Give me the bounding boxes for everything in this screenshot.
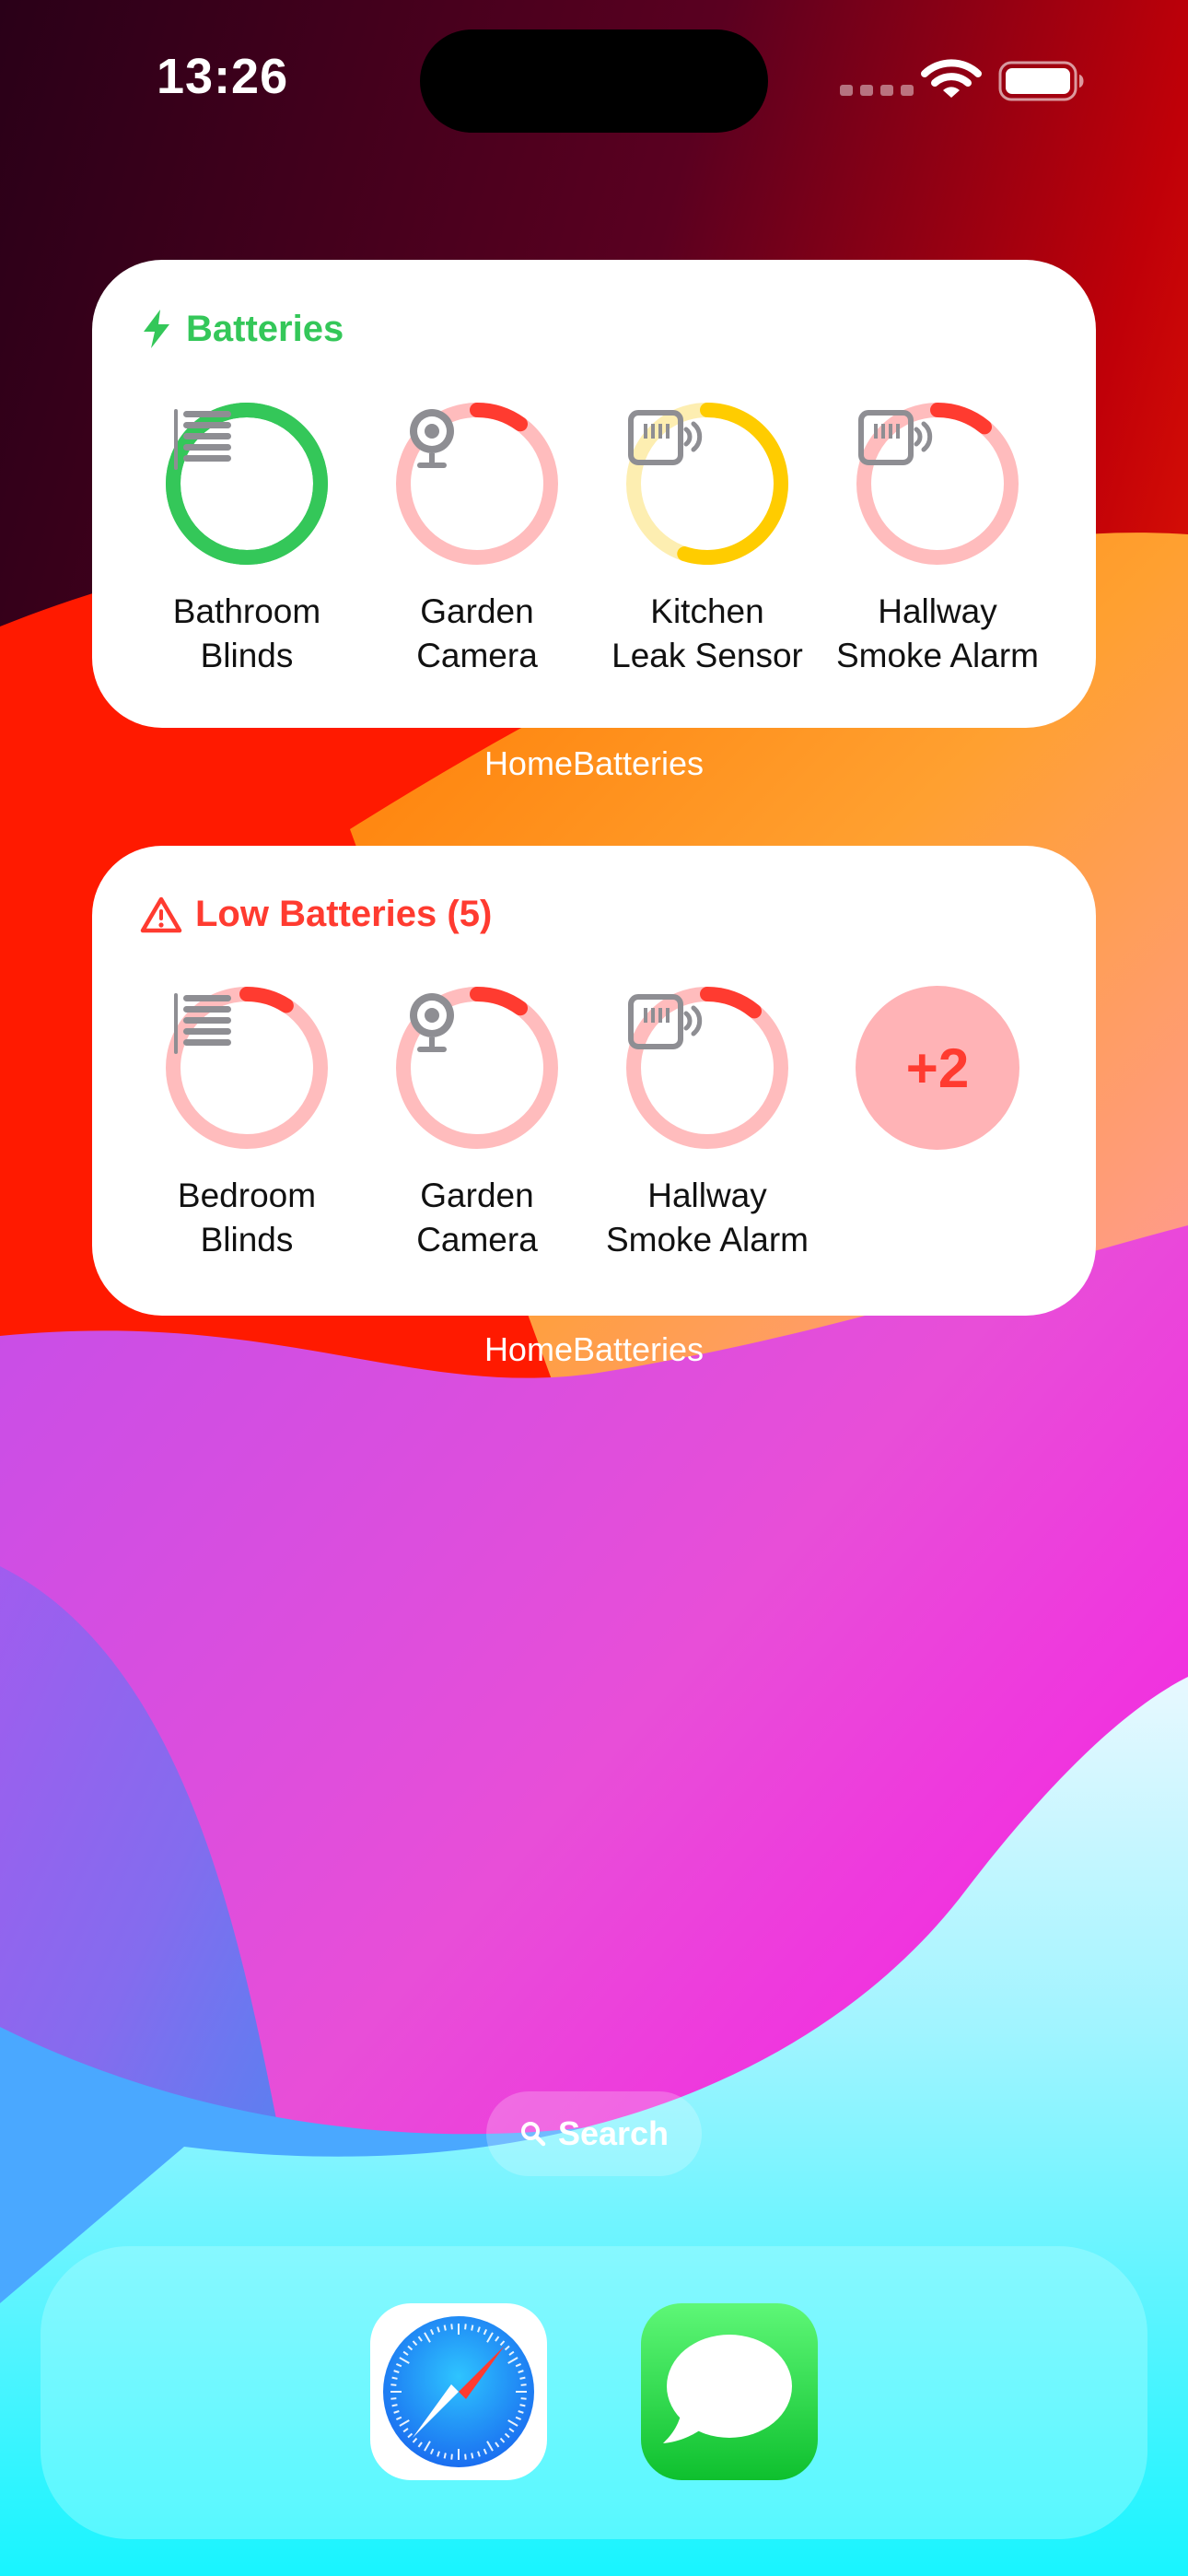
- battery-ring: [395, 402, 559, 566]
- sensor-icon: [856, 402, 1019, 566]
- dynamic-island: [420, 29, 768, 133]
- battery-ring: [625, 402, 789, 566]
- wifi-icon: [921, 57, 982, 106]
- widget-caption: HomeBatteries: [483, 1330, 705, 1368]
- device-label-line1: Bathroom: [172, 592, 321, 630]
- device-item[interactable]: Bathroom Blinds: [136, 402, 357, 678]
- blinds-icon: [165, 402, 329, 566]
- sensor-icon: [625, 402, 789, 566]
- device-label: Hallway Smoke Alarm: [597, 1174, 818, 1262]
- search-button[interactable]: Search: [486, 2091, 702, 2176]
- widget-title: Batteries: [186, 308, 344, 349]
- bolt-icon: [144, 310, 169, 348]
- device-label: Garden Camera: [367, 590, 588, 678]
- battery-ring: [165, 986, 329, 1150]
- battery-ring: [625, 986, 789, 1150]
- dock: [41, 2246, 1147, 2539]
- widget-caption: HomeBatteries: [483, 744, 705, 782]
- device-item[interactable]: Kitchen Leak Sensor: [597, 402, 818, 678]
- device-label: Kitchen Leak Sensor: [597, 590, 818, 678]
- device-label: Garden Camera: [367, 1174, 588, 1262]
- device-label-line1: Hallway: [647, 1177, 767, 1214]
- cell-signal-icon: [840, 85, 914, 96]
- device-item[interactable]: Garden Camera: [367, 402, 588, 678]
- device-label-line2: Smoke Alarm: [605, 1221, 809, 1259]
- messages-app-icon[interactable]: [641, 2303, 818, 2480]
- device-label-line2: Camera: [416, 637, 538, 674]
- low-batteries-widget[interactable]: Low Batteries (5) Bedroom Blinds Garden …: [92, 846, 1096, 1316]
- search-label: Search: [557, 2114, 670, 2152]
- device-item[interactable]: Hallway Smoke Alarm: [827, 402, 1048, 678]
- more-devices[interactable]: +2: [827, 986, 1048, 1150]
- device-item[interactable]: Garden Camera: [367, 986, 588, 1262]
- camera-icon: [395, 402, 559, 566]
- device-label: Bathroom Blinds: [136, 590, 357, 678]
- device-label: Hallway Smoke Alarm: [827, 590, 1048, 678]
- blinds-icon: [165, 986, 329, 1150]
- safari-app-icon[interactable]: [370, 2303, 547, 2480]
- warning-icon: [140, 896, 182, 932]
- status-time: 13:26: [157, 49, 289, 104]
- battery-ring: [165, 402, 329, 566]
- sensor-icon: [625, 986, 789, 1150]
- device-label-line1: Hallway: [878, 592, 997, 630]
- device-label-line1: Garden: [420, 1177, 534, 1214]
- device-item[interactable]: Bedroom Blinds: [136, 986, 357, 1262]
- device-item[interactable]: Hallway Smoke Alarm: [597, 986, 818, 1262]
- camera-icon: [395, 986, 559, 1150]
- battery-icon: [998, 61, 1087, 106]
- messages-icon: [663, 2335, 792, 2443]
- device-label-line2: Camera: [416, 1221, 538, 1259]
- device-label-line2: Leak Sensor: [611, 637, 803, 674]
- device-label-line2: Blinds: [200, 637, 294, 674]
- safari-icon: [383, 2316, 534, 2467]
- search-icon: [520, 2122, 546, 2147]
- device-label-line1: Kitchen: [650, 592, 764, 630]
- more-count: +2: [856, 986, 1019, 1150]
- widget-header: Low Batteries (5): [140, 894, 492, 935]
- battery-ring: [856, 402, 1019, 566]
- batteries-widget[interactable]: Batteries Bathroom Blinds Garden Camera: [92, 260, 1096, 728]
- device-label-line1: Garden: [420, 592, 534, 630]
- device-label-line2: Blinds: [200, 1221, 294, 1259]
- widget-title: Low Batteries (5): [195, 894, 493, 934]
- device-label-line1: Bedroom: [177, 1177, 317, 1214]
- widget-header: Batteries: [140, 308, 344, 350]
- battery-ring: [395, 986, 559, 1150]
- device-label-line2: Smoke Alarm: [835, 637, 1039, 674]
- device-label: Bedroom Blinds: [136, 1174, 357, 1262]
